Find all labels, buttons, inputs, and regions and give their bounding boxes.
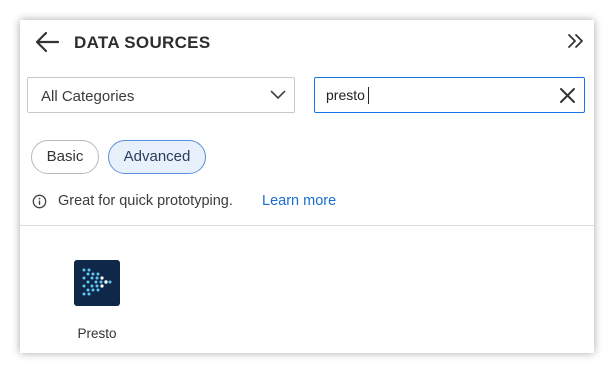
info-icon [32, 194, 47, 209]
clear-search-button[interactable] [559, 87, 576, 104]
tab-advanced[interactable]: Advanced [108, 140, 206, 174]
search-field[interactable] [314, 77, 585, 113]
category-select-value: All Categories [41, 88, 135, 105]
back-button[interactable] [34, 30, 60, 54]
presto-logo-icon [74, 260, 120, 306]
panel-header: DATA SOURCES [20, 20, 594, 66]
page-title: DATA SOURCES [74, 33, 211, 52]
data-sources-panel: DATA SOURCES All Categories Basic Advanc… [20, 20, 594, 353]
collapse-panel-button[interactable] [567, 31, 585, 51]
data-source-label: Presto [77, 326, 117, 341]
text-caret [368, 87, 369, 104]
category-select[interactable]: All Categories [27, 77, 295, 113]
arrow-left-icon [35, 31, 60, 53]
info-text: Great for quick prototyping. [58, 193, 233, 209]
search-input[interactable] [326, 85, 546, 105]
tab-basic[interactable]: Basic [31, 140, 99, 174]
close-icon [560, 88, 575, 103]
chevron-down-icon [270, 90, 286, 99]
divider [20, 225, 594, 226]
data-source-tile-presto[interactable]: Presto [60, 250, 134, 345]
double-chevron-right-icon [568, 34, 583, 48]
learn-more-link[interactable]: Learn more [262, 193, 336, 209]
